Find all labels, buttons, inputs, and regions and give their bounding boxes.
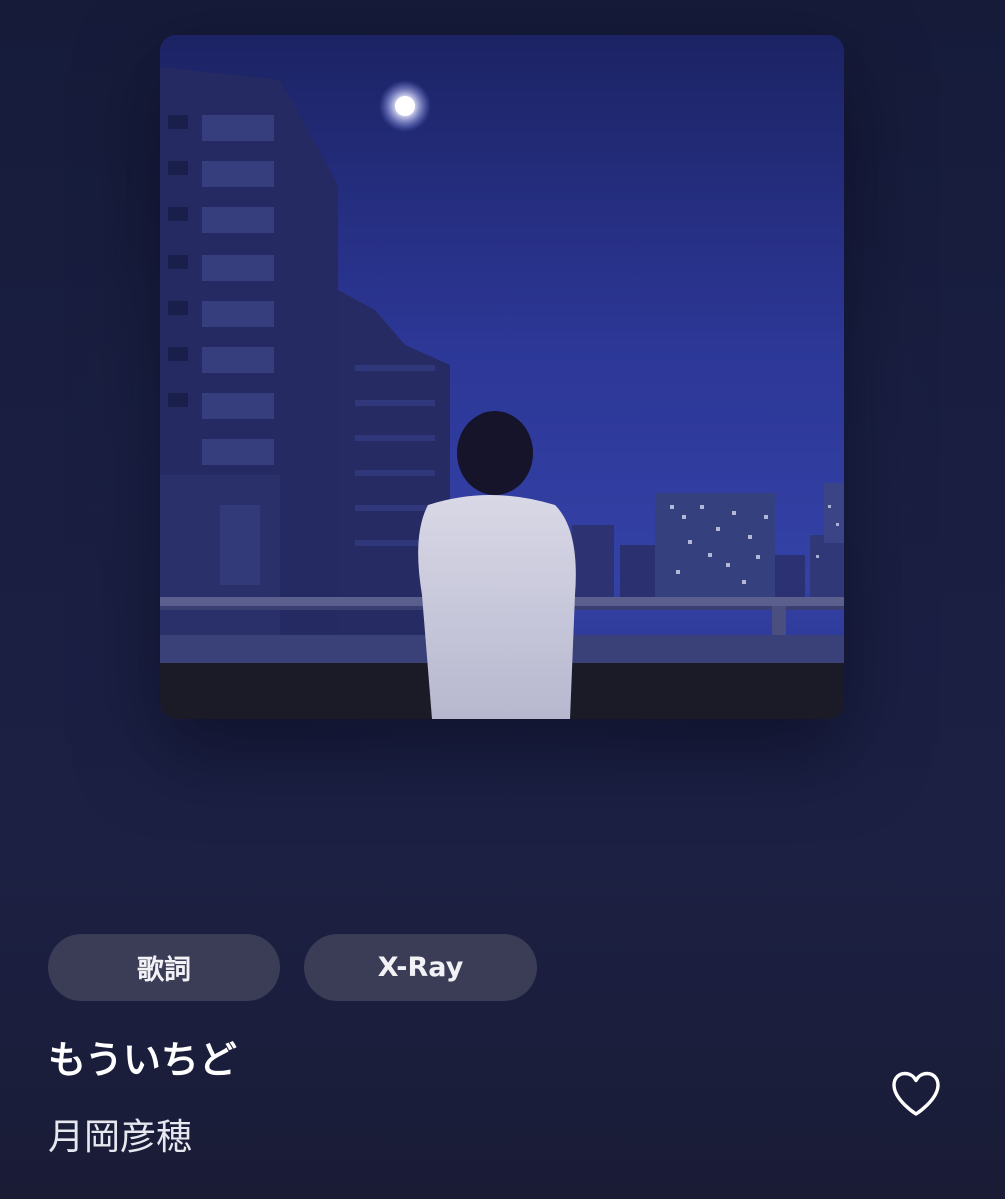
now-playing-screen: 歌詞 X-Ray もういちど 月岡彦穂 [0, 0, 1005, 1199]
heart-outline-icon [892, 1071, 940, 1116]
xray-button-label: X-Ray [377, 952, 464, 983]
track-artist[interactable]: 月岡彦穂 [48, 1112, 192, 1164]
album-art[interactable] [160, 35, 844, 719]
track-title[interactable]: もういちど [48, 1032, 237, 1088]
favorite-button[interactable] [884, 1064, 948, 1124]
album-art-image [160, 35, 844, 719]
xray-button[interactable]: X-Ray [304, 934, 537, 1001]
lyrics-button-label: 歌詞 [137, 955, 191, 986]
lyrics-button[interactable]: 歌詞 [48, 934, 280, 1001]
